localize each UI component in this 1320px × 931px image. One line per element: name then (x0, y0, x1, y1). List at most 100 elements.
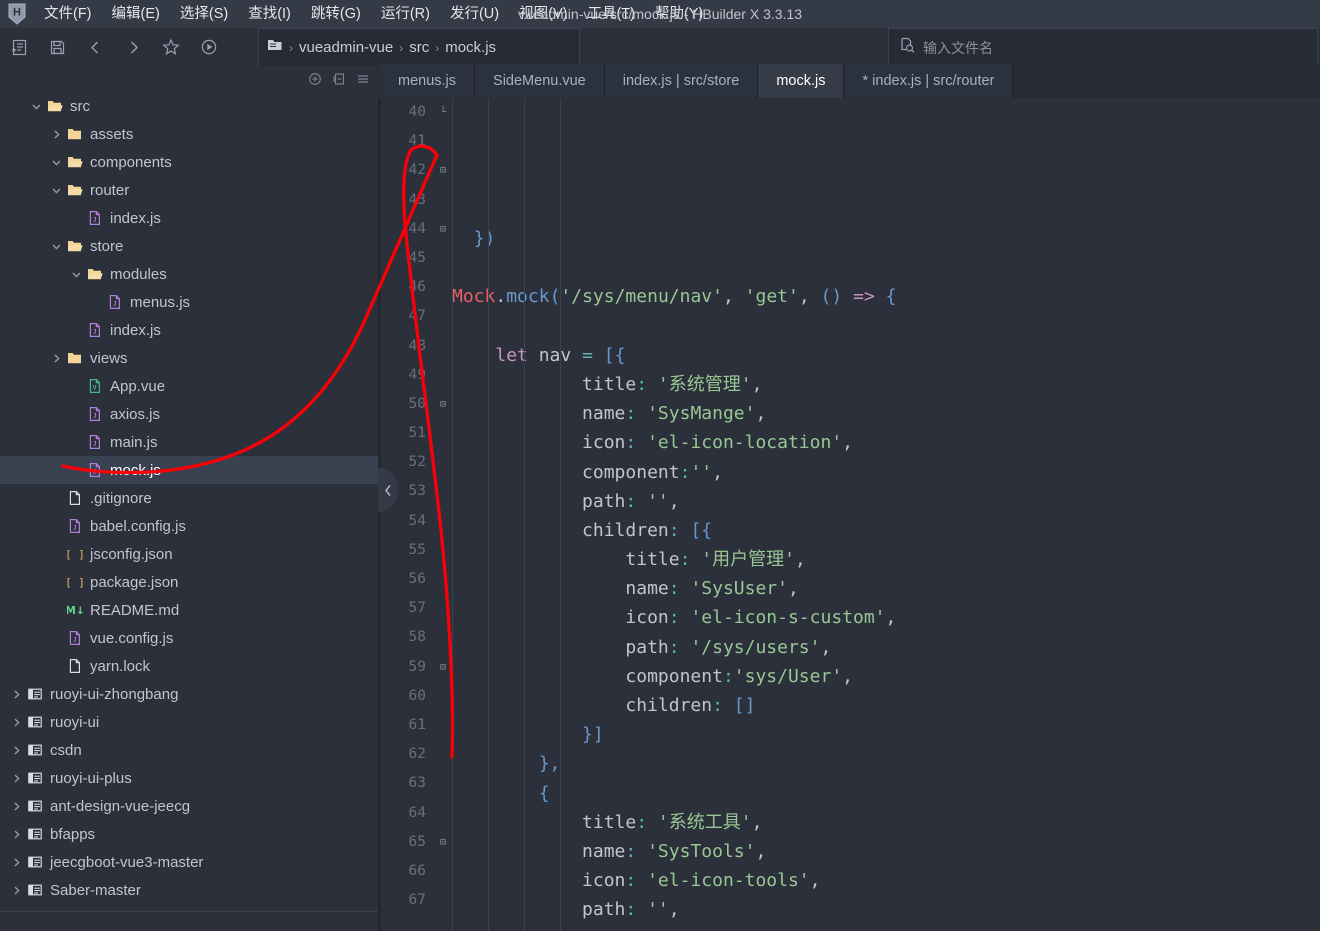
menu-goto[interactable]: 跳转(G) (301, 0, 371, 28)
new-file-icon[interactable] (0, 28, 38, 66)
menu-help[interactable]: 帮助(Y) (645, 0, 713, 28)
tree-item-bfapps[interactable]: bfapps (0, 820, 380, 848)
breadcrumb-part-file[interactable]: mock.js (445, 39, 496, 56)
star-icon[interactable] (152, 28, 190, 66)
tree-item-jsconfig-json[interactable]: [ ] jsconfig.json (0, 540, 380, 568)
run-icon[interactable] (190, 28, 228, 66)
chevron-right-icon[interactable] (8, 801, 24, 812)
chevron-down-icon[interactable] (68, 269, 84, 280)
tree-item-ruoyi-ui[interactable]: ruoyi-ui (0, 708, 380, 736)
chevron-right-icon[interactable] (8, 689, 24, 700)
breadcrumb[interactable]: › vueadmin-vue › src › mock.js (258, 28, 580, 66)
project-tree[interactable]: src assets components router Jindex.js store m… (0, 92, 380, 911)
code-line[interactable]: component:'', (452, 458, 1320, 487)
code-line[interactable]: icon: 'el-icon-s-custom', (452, 603, 1320, 632)
tree-item-modules[interactable]: modules (0, 260, 380, 288)
tree-item-router[interactable]: router (0, 176, 380, 204)
tree-item-src[interactable]: src (0, 92, 380, 120)
tree-item-index-js[interactable]: Jindex.js (0, 204, 380, 232)
code-line[interactable]: title: '系统管理', (452, 370, 1320, 399)
new-window-icon[interactable] (328, 68, 350, 90)
code-line[interactable]: name: 'SysTools', (452, 837, 1320, 866)
tree-item-vue-config-js[interactable]: Jvue.config.js (0, 624, 380, 652)
breadcrumb-part-folder[interactable]: src (409, 39, 429, 56)
save-icon[interactable] (38, 28, 76, 66)
search-input-placeholder[interactable]: 输入文件名 (923, 38, 993, 58)
code-line[interactable]: icon: 'el-icon-tools', (452, 866, 1320, 895)
chevron-right-icon[interactable] (8, 773, 24, 784)
tree-item-index-js[interactable]: Jindex.js (0, 316, 380, 344)
chevron-right-icon[interactable] (8, 885, 24, 896)
tree-item-package-json[interactable]: [ ] package.json (0, 568, 380, 596)
code-line[interactable]: { (452, 779, 1320, 808)
code-line[interactable] (452, 253, 1320, 282)
chevron-right-icon[interactable] (8, 717, 24, 728)
editor-tab-index-js-src-store[interactable]: index.js | src/store (604, 64, 759, 98)
tree-item-assets[interactable]: assets (0, 120, 380, 148)
tree-item-readme-md[interactable]: M↓ README.md (0, 596, 380, 624)
code-fold-toggle[interactable]: ⊟ (434, 156, 452, 185)
tree-item-babel-config-js[interactable]: Jbabel.config.js (0, 512, 380, 540)
tree-item-app-vue[interactable]: V App.vue (0, 372, 380, 400)
tree-item-axios-js[interactable]: Jaxios.js (0, 400, 380, 428)
tree-item-menus-js[interactable]: Jmenus.js (0, 288, 380, 316)
menu-hamburger-icon[interactable] (352, 68, 374, 90)
tree-item-yarn-lock[interactable]: yarn.lock (0, 652, 380, 680)
code-fold-toggle[interactable]: ⊟ (434, 390, 452, 419)
back-arrow-icon[interactable] (76, 28, 114, 66)
code-line[interactable]: component:'sys/User', (452, 662, 1320, 691)
chevron-right-icon[interactable] (48, 353, 64, 364)
code-fold-toggle[interactable]: ⊟ (434, 653, 452, 682)
code-line[interactable]: Mock.mock('/sys/menu/nav', 'get', () => … (452, 282, 1320, 311)
chevron-right-icon[interactable] (8, 857, 24, 868)
editor-tab-bar[interactable]: menus.js SideMenu.vue index.js | src/store… (380, 64, 1320, 98)
tree-item-components[interactable]: components (0, 148, 380, 176)
tree-item-store[interactable]: store (0, 232, 380, 260)
tree-item-csdn[interactable]: csdn (0, 736, 380, 764)
code-fold-toggle[interactable]: └ (434, 98, 452, 127)
code-line[interactable]: name: 'SysMange', (452, 399, 1320, 428)
editor-tab-sidemenu-vue[interactable]: SideMenu.vue (475, 64, 605, 98)
chevron-down-icon[interactable] (48, 241, 64, 252)
code-line[interactable]: title: '用户管理', (452, 545, 1320, 574)
editor-tab-index-js-src-router[interactable]: * index.js | src/router (844, 64, 1014, 98)
tree-item-saber-master[interactable]: Saber-master (0, 876, 380, 904)
editor-splitter[interactable] (378, 98, 381, 931)
menu-view[interactable]: 视图(V) (509, 0, 577, 28)
chevron-right-icon[interactable] (8, 829, 24, 840)
tree-item-views[interactable]: views (0, 344, 380, 372)
code-line[interactable]: path: '', (452, 487, 1320, 516)
menu-edit[interactable]: 编辑(E) (102, 0, 170, 28)
chevron-right-icon[interactable] (48, 129, 64, 140)
code-line[interactable] (452, 312, 1320, 341)
tree-item-ant-design-vue-jeecg[interactable]: ant-design-vue-jeecg (0, 792, 380, 820)
code-line[interactable]: name: 'SysUser', (452, 574, 1320, 603)
code-line[interactable]: path: '/sys/users', (452, 633, 1320, 662)
code-line[interactable]: }] (452, 720, 1320, 749)
chevron-down-icon[interactable] (48, 157, 64, 168)
code-line[interactable]: children: [] (452, 691, 1320, 720)
tree-item-jeecgboot-vue3-master[interactable]: jeecgboot-vue3-master (0, 848, 380, 876)
forward-arrow-icon[interactable] (114, 28, 152, 66)
chevron-down-icon[interactable] (28, 101, 44, 112)
code-line[interactable]: }, (452, 749, 1320, 778)
file-search-box[interactable]: 输入文件名 (888, 28, 1318, 66)
tree-item-mock-js[interactable]: Jmock.js (0, 456, 380, 484)
editor-tab-mock-js[interactable]: mock.js (758, 64, 845, 98)
code-line[interactable]: component:'', (452, 925, 1320, 931)
menu-find[interactable]: 查找(I) (238, 0, 301, 28)
menu-file[interactable]: 文件(F) (34, 0, 102, 28)
tree-item-ruoyi-ui-plus[interactable]: ruoyi-ui-plus (0, 764, 380, 792)
code-line[interactable]: path: '', (452, 895, 1320, 924)
collapse-all-icon[interactable] (304, 68, 326, 90)
editor-tab-menus-js[interactable]: menus.js (380, 64, 476, 98)
chevron-down-icon[interactable] (48, 185, 64, 196)
menu-select[interactable]: 选择(S) (170, 0, 238, 28)
breadcrumb-part-project[interactable]: vueadmin-vue (299, 39, 393, 56)
code-content[interactable]: }) Mock.mock('/sys/menu/nav', 'get', () … (452, 98, 1320, 931)
tree-item--gitignore[interactable]: .gitignore (0, 484, 380, 512)
code-fold-toggle[interactable]: ⊟ (434, 215, 452, 244)
menu-tools[interactable]: 工具(T) (577, 0, 645, 28)
menu-run[interactable]: 运行(R) (371, 0, 440, 28)
menu-publish[interactable]: 发行(U) (440, 0, 509, 28)
